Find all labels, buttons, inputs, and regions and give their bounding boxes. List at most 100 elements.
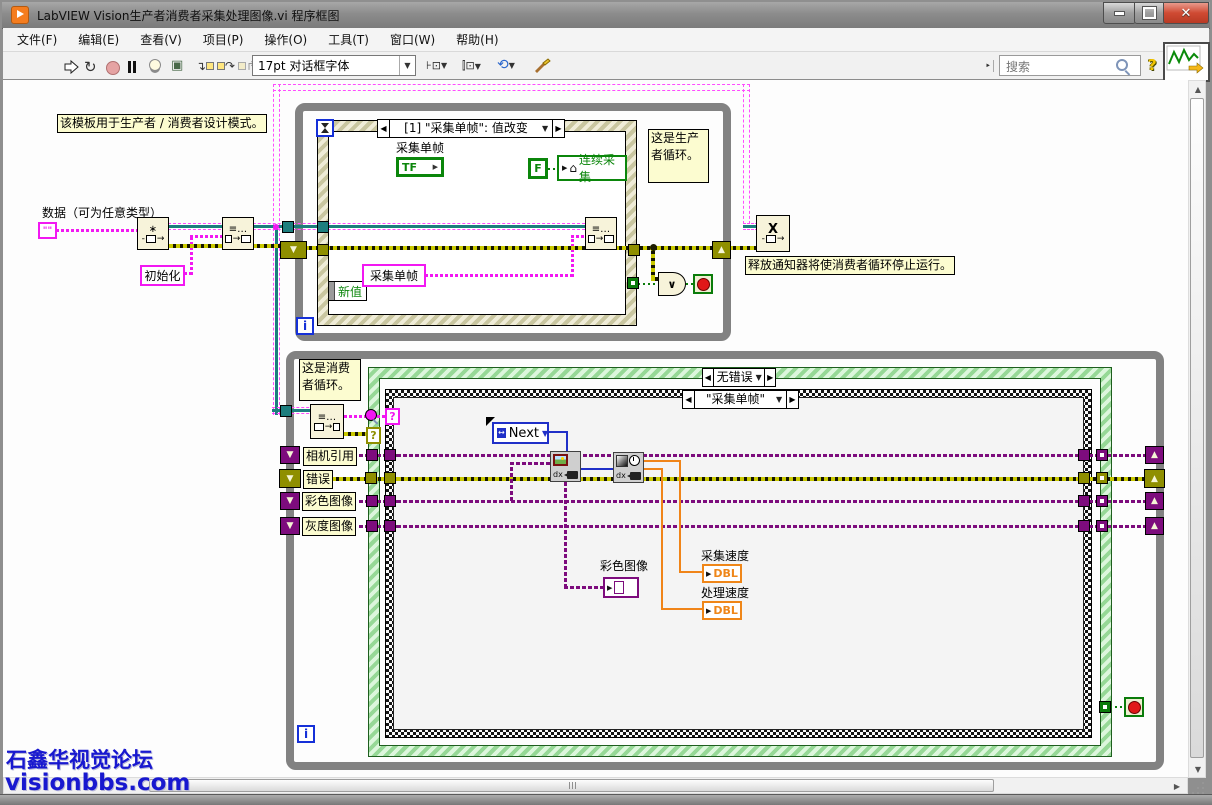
consumer-iteration-terminal[interactable]: i	[297, 725, 315, 743]
message-case-selector[interactable]: ◀ "采集单帧" ▼ ▶	[682, 390, 799, 409]
imaqdx-process-node[interactable]: dx	[613, 452, 644, 483]
init-string-constant[interactable]: 初始化	[140, 265, 185, 286]
acquire-string-constant[interactable]: 采集单帧	[362, 264, 426, 287]
boolean-terminal[interactable]: TF▶	[396, 157, 444, 177]
run-continuous-button[interactable]: ↻	[84, 58, 97, 76]
pause-button[interactable]	[128, 61, 136, 73]
menu-operate[interactable]: 操作(O)	[264, 31, 307, 48]
close-button[interactable]: ✕	[1163, 2, 1209, 24]
false-constant[interactable]: F	[528, 158, 548, 179]
bool-wire-to-or[interactable]	[638, 283, 659, 285]
stop-wire-consumer[interactable]	[1110, 706, 1124, 708]
acquire-string-wire-h[interactable]	[425, 274, 573, 277]
acquire-string-wire-v[interactable]	[571, 236, 574, 277]
notifier-wire-vertical[interactable]	[273, 228, 280, 415]
color-image-wire[interactable]	[397, 500, 1079, 503]
search-box[interactable]	[999, 55, 1141, 76]
acq-speed-wire-h1[interactable]	[644, 460, 680, 462]
proc-speed-wire-v[interactable]	[661, 468, 663, 610]
search-input[interactable]	[1004, 57, 1113, 76]
send-notification-node[interactable]: ≡… →	[222, 217, 254, 250]
abort-button[interactable]	[106, 61, 120, 75]
shift-register-gray-right[interactable]: ▲	[1145, 517, 1164, 535]
scroll-right-icon[interactable]: ▶	[1171, 778, 1183, 795]
font-selector[interactable]: 17pt 对话框字体 ▼	[252, 55, 416, 76]
continuous-acquire-local[interactable]: ▶ ⌂ 连续采集	[557, 155, 627, 181]
image-display-wire-h[interactable]	[564, 586, 604, 589]
gray-image-wire[interactable]	[397, 525, 1079, 528]
shift-register-error-right[interactable]: ▲	[712, 241, 731, 259]
shift-register-color-right[interactable]: ▲	[1145, 492, 1164, 510]
init-wire-h2[interactable]	[190, 235, 222, 238]
resize-grip[interactable]	[1190, 780, 1206, 794]
case-selector-error[interactable]: ?	[366, 427, 381, 444]
menu-file[interactable]: 文件(F)	[17, 31, 57, 48]
acq-speed-wire-h2[interactable]	[679, 571, 703, 573]
title-bar[interactable]: LabVIEW Vision生产者消费者采集处理图像.vi 程序框图	[2, 2, 1210, 29]
vertical-scrollbar[interactable]: ▲ ▼	[1188, 80, 1206, 778]
consumer-stop-terminal[interactable]	[1124, 697, 1144, 717]
shift-register-error2-right[interactable]: ▲	[1144, 469, 1165, 488]
buffer-mode-enum[interactable]: ↔ Next ▼	[492, 422, 549, 444]
align-objects-dropdown[interactable]: ⊦⊡▼	[426, 59, 447, 72]
search-icon[interactable]	[1116, 59, 1128, 71]
maximize-button[interactable]	[1134, 2, 1165, 24]
shift-register-error-left[interactable]: ▼	[280, 241, 307, 259]
menu-help[interactable]: 帮助(H)	[456, 31, 498, 48]
release-notifier-node[interactable]: X -→	[756, 215, 790, 252]
node-link-wire[interactable]	[581, 468, 613, 470]
error-wire-in-loop[interactable]	[305, 246, 587, 250]
prev-case-icon[interactable]: ◀	[378, 120, 390, 137]
init-wire-v[interactable]	[190, 236, 193, 275]
shift-register-camera-right[interactable]: ▲	[1145, 446, 1164, 464]
menu-view[interactable]: 查看(V)	[140, 31, 182, 48]
menu-tools[interactable]: 工具(T)	[328, 31, 369, 48]
error-row-wire[interactable]	[397, 477, 1079, 481]
step-into-button[interactable]: ↴	[196, 59, 214, 73]
proc-speed-wire-h2[interactable]	[661, 608, 703, 610]
notifier-wire-consumer[interactable]	[272, 407, 314, 414]
acq-speed-indicator[interactable]: ▶DBL	[702, 564, 742, 583]
minimize-button[interactable]	[1103, 2, 1136, 24]
next-case-icon[interactable]: ▶	[552, 120, 564, 137]
error-case-selector[interactable]: ◀ 无错误 ▼ ▶	[702, 368, 776, 387]
highlight-execution-button[interactable]	[149, 59, 161, 71]
wait-notification-node[interactable]: ≡… →	[310, 404, 344, 439]
case-dropdown-icon[interactable]: ▼	[542, 120, 552, 137]
or-function[interactable]: ∨	[658, 272, 686, 296]
proc-speed-indicator[interactable]: ▶DBL	[702, 601, 742, 620]
event-timeout-terminal[interactable]	[316, 119, 334, 137]
producer-stop-terminal[interactable]	[693, 274, 713, 294]
error-wire-branch[interactable]	[651, 249, 655, 279]
proc-speed-wire-h1[interactable]	[644, 468, 662, 470]
case-selector-string[interactable]: ?	[385, 408, 400, 425]
retain-wire-values-button[interactable]: ▣	[171, 58, 183, 73]
toolbar-overflow-icon[interactable]: ‣	[985, 60, 994, 72]
run-button[interactable]	[62, 58, 80, 76]
clean-up-diagram-button[interactable]	[532, 57, 552, 75]
scroll-down-icon[interactable]: ▼	[1189, 763, 1207, 775]
shift-register-camera-left[interactable]: ▼	[280, 446, 300, 464]
vertical-scrollbar-thumb[interactable]	[1190, 98, 1204, 758]
step-over-button[interactable]: ↷	[217, 59, 235, 73]
menu-edit[interactable]: 编辑(E)	[78, 31, 119, 48]
string-wire[interactable]	[56, 229, 137, 232]
event-structure-selector[interactable]: ◀ [1] "采集单帧": 值改变 ▼ ▶	[377, 119, 565, 138]
color-image-indicator[interactable]: ▶	[603, 577, 639, 598]
image-display-wire-v[interactable]	[564, 482, 567, 588]
distribute-objects-dropdown[interactable]: ⫿⊡▼	[462, 59, 481, 73]
acq-speed-wire-v[interactable]	[679, 460, 681, 573]
error-wire-to-release[interactable]	[729, 246, 758, 250]
empty-string-constant[interactable]: ""	[38, 222, 57, 239]
imaqdx-get-image-node[interactable]: dx	[550, 451, 581, 482]
scroll-up-icon[interactable]: ▲	[1189, 83, 1207, 95]
enum-dropdown-icon[interactable]: ▼	[542, 429, 548, 438]
obtain-notifier-node[interactable]: ∗ -→	[137, 217, 169, 250]
shift-register-color-left[interactable]: ▼	[280, 492, 300, 510]
camera-ref-wire[interactable]	[397, 454, 1079, 457]
image-branch-wire-h[interactable]	[510, 462, 550, 465]
producer-iteration-terminal[interactable]: i	[296, 317, 314, 335]
context-help-button[interactable]: ?	[1148, 56, 1157, 74]
image-branch-wire-v[interactable]	[510, 463, 513, 501]
menu-project[interactable]: 项目(P)	[203, 31, 244, 48]
